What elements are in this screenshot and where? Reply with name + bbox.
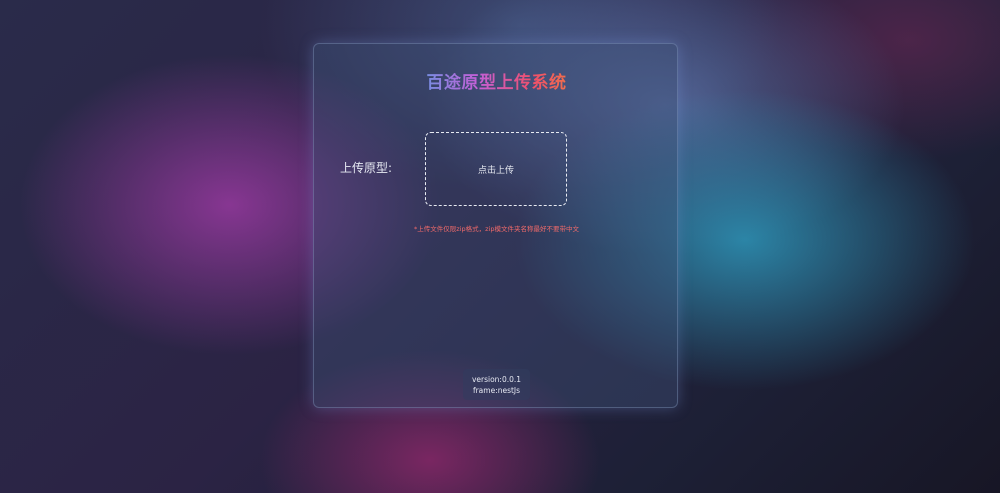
version-badge: version:0.0.1 frame:nestJs	[463, 369, 530, 400]
upload-button-text: 点击上传	[477, 165, 514, 176]
upload-card: 百途原型上传系统 上传原型: 点击上传 *上传文件仅限zip格式，zip模文件夹…	[313, 43, 678, 408]
framework-text: frame:nestJs	[472, 386, 521, 395]
version-text: version:0.0.1	[471, 375, 522, 384]
upload-prototype-label: 上传原型:	[340, 161, 393, 175]
page-title: 百途原型上传系统	[314, 68, 679, 93]
upload-dropzone[interactable]: 点击上传	[425, 132, 567, 206]
upload-notice: *上传文件仅限zip格式，zip模文件夹名称最好不要带中文	[414, 225, 579, 233]
